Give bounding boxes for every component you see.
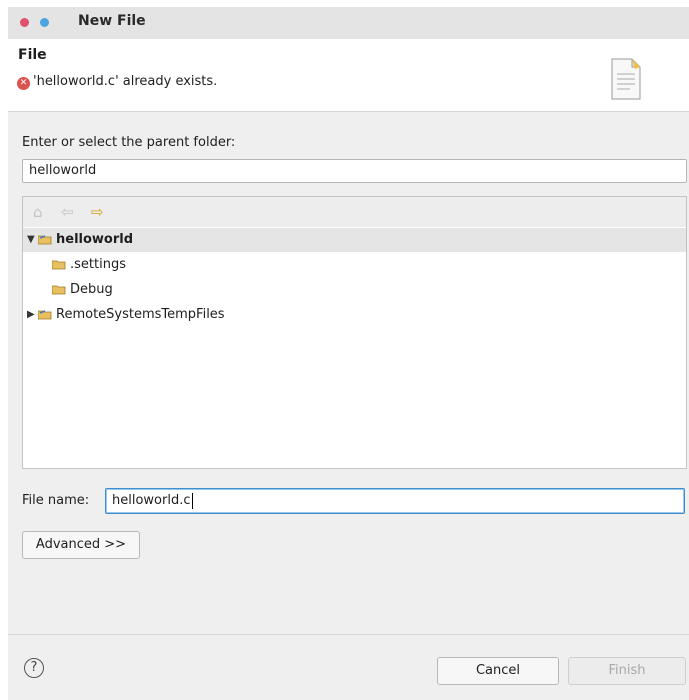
tree-item-debug[interactable]: Debug	[23, 278, 686, 302]
tree-item-label: .settings	[70, 257, 126, 272]
text-caret	[191, 492, 193, 509]
document-icon	[611, 58, 641, 100]
close-window-button[interactable]	[20, 18, 29, 27]
advanced-button[interactable]: Advanced >>	[22, 531, 140, 559]
parent-folder-input[interactable]: helloworld	[22, 159, 687, 183]
error-message: 'helloworld.c' already exists.	[33, 74, 218, 89]
folder-icon	[52, 260, 66, 270]
window-title: New File	[78, 13, 146, 29]
minimize-window-button[interactable]	[40, 18, 49, 27]
tree-item-helloworld[interactable]: ▼ helloworld	[23, 228, 686, 252]
tree-item-label: Debug	[70, 282, 113, 297]
tree-item-settings[interactable]: .settings	[23, 253, 686, 277]
page-title: File	[18, 47, 47, 63]
forward-arrow-icon[interactable]: ⇨	[91, 203, 104, 221]
finish-button[interactable]: Finish	[568, 657, 686, 685]
home-icon[interactable]: ⌂	[33, 203, 43, 221]
tree-item-label: RemoteSystemsTempFiles	[56, 307, 225, 322]
new-file-dialog: New File File ✕ 'helloworld.c' already e…	[8, 7, 689, 700]
folder-tree[interactable]: ⌂ ⇦ ⇨ ▼ helloworld .settings Debug ▶ Rem…	[22, 196, 687, 469]
footer-divider	[8, 634, 689, 635]
parent-folder-label: Enter or select the parent folder:	[22, 135, 236, 150]
expand-toggle-icon[interactable]: ▶	[27, 303, 35, 327]
tree-item-remotesystemstempfiles[interactable]: ▶ RemoteSystemsTempFiles	[23, 303, 686, 327]
file-name-value: helloworld.c	[112, 493, 191, 508]
file-name-label: File name:	[22, 493, 90, 508]
wizard-header: File ✕ 'helloworld.c' already exists.	[8, 39, 689, 111]
folder-icon	[52, 285, 66, 295]
error-x-icon: ✕	[17, 77, 30, 90]
tree-item-label: helloworld	[56, 232, 134, 247]
header-divider	[8, 111, 689, 112]
back-arrow-icon[interactable]: ⇦	[61, 203, 74, 221]
help-icon[interactable]: ?	[24, 658, 44, 678]
tree-toolbar: ⌂ ⇦ ⇨	[23, 197, 686, 227]
project-folder-icon	[38, 235, 52, 245]
project-folder-icon	[38, 310, 52, 320]
expand-toggle-icon[interactable]: ▼	[27, 228, 35, 252]
title-bar: New File	[8, 7, 689, 39]
cancel-button[interactable]: Cancel	[437, 657, 559, 685]
file-name-input[interactable]: helloworld.c	[105, 488, 685, 514]
